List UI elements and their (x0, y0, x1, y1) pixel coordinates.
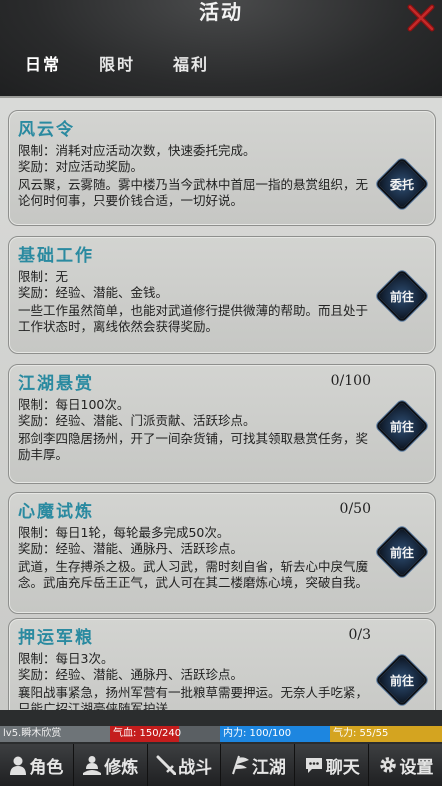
activity-desc: 一些工作虽然简单，也能对武道修行提供微薄的帮助。而且处于工作状态时，离线依然会获… (18, 303, 369, 334)
person-icon (10, 756, 27, 775)
tab-daily[interactable]: 日常 (12, 40, 74, 86)
meditate-icon (83, 756, 102, 775)
activity-limit: 限制：无 (18, 269, 69, 284)
go-button[interactable]: 前往 (379, 657, 425, 703)
activity-list[interactable]: 风云令 限制：消耗对应活动次数，快速委托完成。 奖励：对应活动奖励。 风云聚，云… (0, 96, 442, 710)
go-button[interactable]: 前往 (379, 403, 425, 449)
hp-bar: 气血: 150/240 (110, 726, 220, 742)
activity-reward: 奖励：经验、潜能、通脉丹、活跃珍点。 (18, 667, 244, 682)
activity-card-heart-demon: 心魔试炼 0/50 限制：每日1轮，每轮最多完成50次。 奖励：经验、潜能、通脉… (8, 492, 436, 614)
flag-icon (231, 755, 249, 775)
close-button[interactable] (402, 0, 440, 36)
activity-count: 0/3 (348, 627, 371, 643)
nav-battle[interactable]: 战斗 (148, 744, 222, 786)
activity-limit: 限制：每日100次。 (18, 397, 130, 412)
activity-card-bounty: 江湖悬赏 0/100 限制：每日100次。 奖励：经验、潜能、门派贡献、活跃珍点… (8, 364, 436, 484)
tab-bar: 日常 限时 福利 (0, 38, 442, 88)
activity-reward: 奖励：经验、潜能、通脉丹、活跃珍点。 (18, 541, 244, 556)
nav-chat[interactable]: 聊天 (295, 744, 370, 786)
activity-limit: 限制：每日3次。 (18, 651, 114, 666)
header: 活动 日常 限时 福利 (0, 0, 442, 100)
status-bar: lv5.瞬木欣赏 气血: 150/240 内力: 100/100 气力: 55/… (0, 726, 442, 742)
go-button[interactable]: 前往 (379, 529, 425, 575)
activity-limit: 限制：每日1轮，每轮最多完成50次。 (18, 525, 230, 540)
bottom-nav: 角色 修炼 战斗 江湖 聊天 设置 (0, 744, 442, 786)
activity-limit: 限制：消耗对应活动次数，快速委托完成。 (18, 143, 256, 158)
mp-bar: 内力: 100/100 (220, 726, 330, 742)
activity-reward: 奖励：经验、潜能、门派贡献、活跃珍点。 (18, 413, 256, 428)
gear-icon (379, 757, 396, 773)
nav-jianghu[interactable]: 江湖 (221, 744, 296, 786)
activity-count: 0/100 (330, 373, 371, 389)
activity-reward: 奖励：对应活动奖励。 (18, 159, 144, 174)
commission-button[interactable]: 委托 (379, 161, 425, 207)
activity-desc: 武道，生存搏杀之极。武人习武，需时刻自省，斩去心中戾气魔念。武庙充斥岳王正气，武… (18, 559, 369, 590)
activity-title: 风云令 (18, 120, 75, 140)
activity-card-basic-work: 基础工作 限制：无 奖励：经验、潜能、金钱。 一些工作虽然简单，也能对武道修行提… (8, 236, 436, 354)
qi-bar: 气力: 55/55 (330, 726, 442, 742)
nav-character[interactable]: 角色 (0, 744, 74, 786)
player-name: lv5.瞬木欣赏 (0, 726, 110, 742)
nav-settings[interactable]: 设置 (369, 744, 442, 786)
activity-desc: 邪剑李四隐居扬州，开了一间杂货铺，可找其领取悬赏任务，奖励丰厚。 (18, 431, 369, 462)
go-button[interactable]: 前往 (379, 273, 425, 319)
activity-count: 0/50 (339, 501, 371, 517)
chat-icon (305, 758, 322, 773)
tab-welfare[interactable]: 福利 (160, 40, 222, 86)
nav-cultivate[interactable]: 修炼 (74, 744, 148, 786)
activity-card-grain-escort: 押运军粮 0/3 限制：每日3次。 奖励：经验、潜能、通脉丹、活跃珍点。 襄阳战… (8, 618, 436, 710)
page-title: 活动 (199, 0, 243, 24)
tab-limited[interactable]: 限时 (86, 40, 148, 86)
activity-desc: 风云聚，云雾随。雾中楼乃当今武林中首屈一指的悬赏组织，无论何时何事，只要价钱合适… (18, 177, 369, 208)
sword-icon (156, 755, 177, 775)
activity-title: 基础工作 (18, 246, 94, 266)
close-icon (407, 4, 435, 32)
activity-reward: 奖励：经验、潜能、金钱。 (18, 285, 169, 300)
activity-desc: 襄阳战事紧急，扬州军营有一批粮草需要押运。无奈人手吃紧，只能广招江湖豪侠随军护送… (18, 685, 369, 710)
activity-card-fengyunling: 风云令 限制：消耗对应活动次数，快速委托完成。 奖励：对应活动奖励。 风云聚，云… (8, 110, 436, 226)
